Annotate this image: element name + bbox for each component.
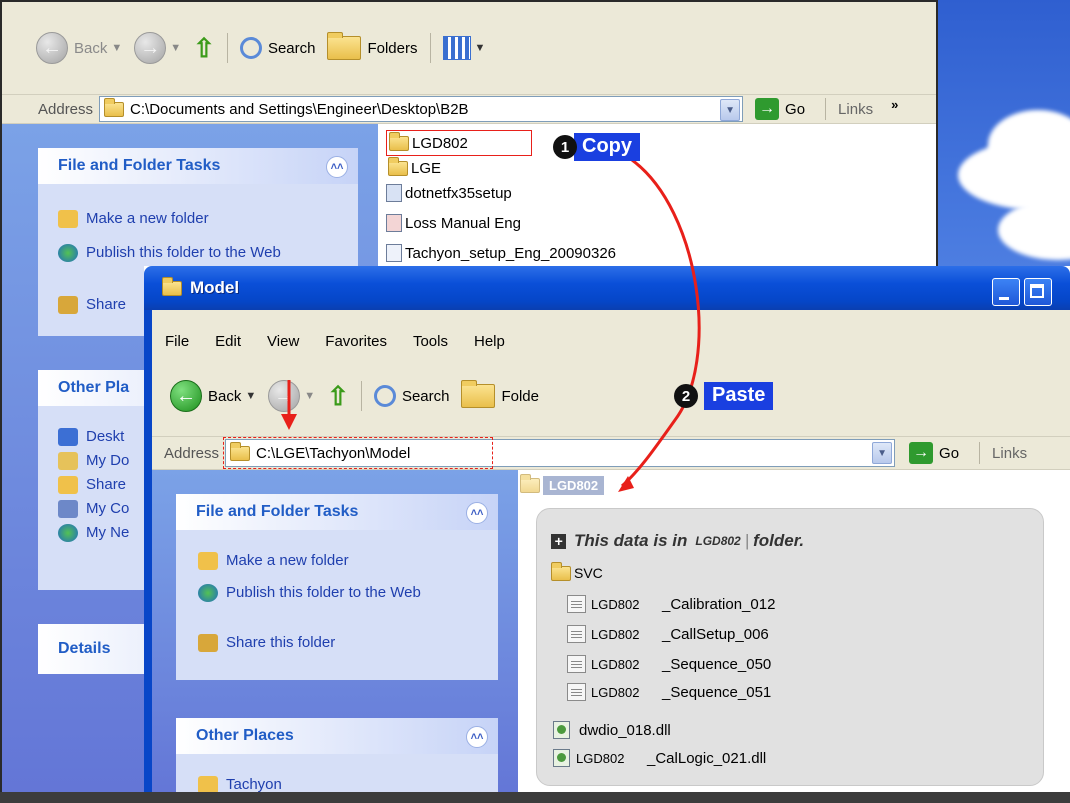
curved-arrow-path <box>621 158 701 488</box>
step-label-paste: Paste <box>704 382 774 410</box>
step-number-1: 1 <box>553 135 577 159</box>
step-1-copy-callout: 1 Copy <box>553 133 640 161</box>
copy-paste-arrow <box>281 158 701 492</box>
step-label-copy: Copy <box>574 133 640 161</box>
step-number-2: 2 <box>674 384 698 408</box>
step-2-paste-callout: 2 Paste <box>674 382 774 410</box>
down-arrow-icon <box>281 414 297 430</box>
